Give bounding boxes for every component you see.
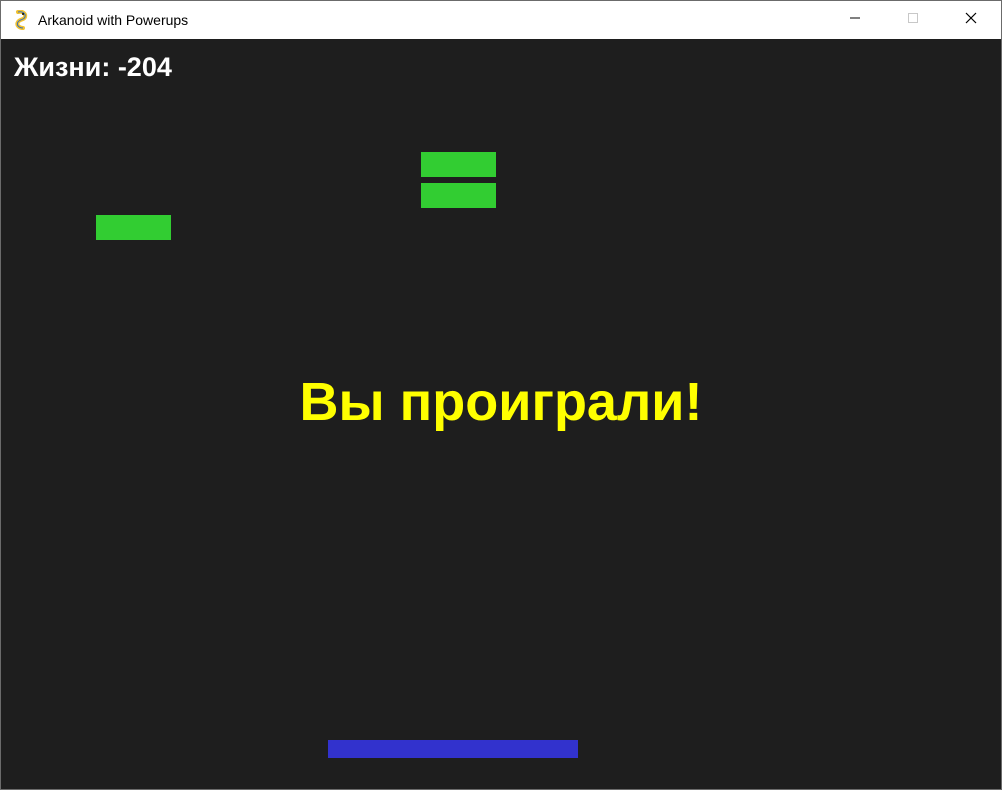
maximize-icon <box>907 11 919 29</box>
paddle[interactable] <box>328 740 578 758</box>
close-icon <box>965 11 977 29</box>
lives-counter: Жизни: -204 <box>14 52 172 82</box>
brick <box>421 152 496 177</box>
window-title: Arkanoid with Powerups <box>38 12 189 28</box>
pygame-snake-icon <box>12 9 32 30</box>
title-bar[interactable]: Arkanoid with Powerups <box>1 1 1001 39</box>
game-over-message: Вы проиграли! <box>299 372 703 432</box>
brick <box>421 183 496 208</box>
minimize-icon <box>849 11 861 29</box>
game-canvas[interactable]: Жизни: -204 Вы проиграли! <box>1 39 1001 789</box>
maximize-button[interactable] <box>884 1 942 39</box>
game-window: Arkanoid with Powerups Жизни: -204 Вы пр… <box>0 0 1002 790</box>
minimize-button[interactable] <box>826 1 884 39</box>
brick <box>96 215 171 240</box>
close-button[interactable] <box>942 1 1000 39</box>
